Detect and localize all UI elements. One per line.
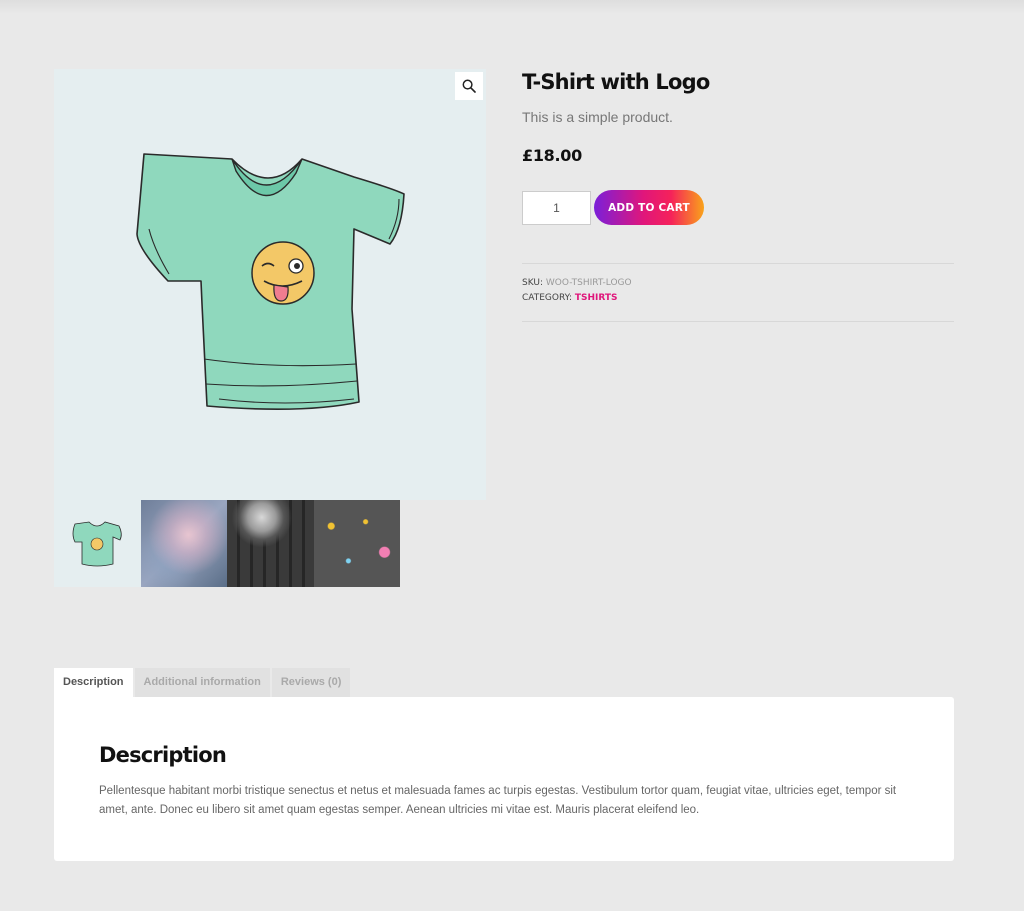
thumbnail-nebula[interactable] — [140, 500, 227, 587]
sku-label: SKU: — [522, 278, 543, 288]
category-link[interactable]: TSHIRTS — [575, 293, 618, 303]
category-label: CATEGORY: — [522, 293, 572, 303]
tab-additional-information[interactable]: Additional information — [134, 668, 270, 697]
description-panel: Description Pellentesque habitant morbi … — [54, 697, 954, 861]
thumbnail-confetti[interactable] — [313, 500, 400, 587]
product-price: £18.00 — [522, 146, 582, 165]
description-text: Pellentesque habitant morbi tristique se… — [99, 785, 897, 816]
category-row: CATEGORY: TSHIRTS — [522, 291, 954, 306]
tab-reviews[interactable]: Reviews (0) — [271, 668, 351, 697]
tshirt-illustration — [136, 153, 405, 410]
description-heading: Description — [99, 743, 227, 767]
tab-description[interactable]: Description — [54, 668, 133, 697]
tshirt-thumb-icon — [72, 521, 122, 567]
sku-row: SKU: WOO-TSHIRT-LOGO — [522, 276, 954, 291]
zoom-button[interactable] — [455, 72, 483, 100]
product-main-image[interactable] — [54, 69, 486, 500]
product-tabs: Description Additional information Revie… — [54, 668, 352, 697]
sku-value: WOO-TSHIRT-LOGO — [545, 278, 632, 288]
product-short-description: This is a simple product. — [522, 109, 673, 125]
thumbnail-tshirt[interactable] — [54, 500, 141, 587]
thumbnail-turntable[interactable] — [227, 500, 314, 587]
product-title: T-Shirt with Logo — [522, 70, 710, 94]
magnifier-icon — [462, 79, 476, 93]
product-gallery — [54, 69, 486, 587]
add-to-cart-button[interactable]: ADD TO CART — [594, 190, 704, 225]
product-meta: SKU: WOO-TSHIRT-LOGO CATEGORY: TSHIRTS — [522, 263, 954, 322]
gallery-thumbnails — [54, 500, 400, 587]
quantity-input[interactable] — [522, 190, 591, 225]
top-bar — [0, 0, 1024, 14]
product-summary: T-Shirt with Logo This is a simple produ… — [522, 66, 954, 322]
add-to-cart-form: ADD TO CART — [522, 190, 954, 225]
